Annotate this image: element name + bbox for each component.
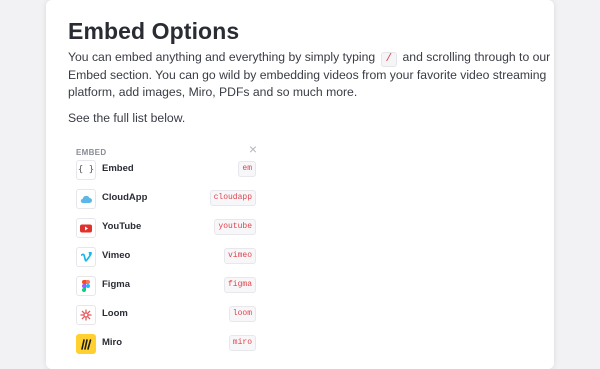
see-list-text: See the full list below. <box>68 111 186 125</box>
cloudapp-icon <box>76 189 96 209</box>
embed-item-code: miro <box>228 335 256 351</box>
embed-item-label: YouTube <box>102 221 142 232</box>
embed-item-label: Loom <box>102 308 128 319</box>
embed-item-vimeo[interactable]: Vimeo vimeo <box>76 247 256 267</box>
figma-icon <box>76 276 96 296</box>
embed-item-loom[interactable]: Loom loom <box>76 305 256 325</box>
embed-item-code: vimeo <box>223 248 256 264</box>
vimeo-icon <box>76 247 96 267</box>
embed-item-label: Vimeo <box>102 250 131 261</box>
embed-item-code: youtube <box>214 219 256 235</box>
intro-text-1a: You can embed anything and everything by… <box>68 50 379 64</box>
miro-icon <box>76 334 96 354</box>
braces-icon: { } <box>76 160 96 180</box>
embed-menu-header: EMBED <box>76 148 107 157</box>
embed-item-label: CloudApp <box>102 192 148 203</box>
slash-command-code: / <box>380 52 398 67</box>
embed-item-embed[interactable]: { } Embed em <box>76 160 256 180</box>
close-icon[interactable]: × <box>246 142 260 156</box>
embed-item-code: em <box>238 161 256 177</box>
loom-icon <box>76 305 96 325</box>
intro-paragraph: You can embed anything and everything by… <box>68 49 550 100</box>
embed-item-miro[interactable]: Miro miro <box>76 334 256 354</box>
page-title: Embed Options <box>68 18 240 44</box>
intro-line-3: platform, add images, Miro, PDFs and so … <box>68 84 358 99</box>
embed-item-youtube[interactable]: YouTube youtube <box>76 218 256 238</box>
embed-item-label: Miro <box>102 337 123 348</box>
embed-item-label: Figma <box>102 279 130 290</box>
embed-item-code: figma <box>223 277 256 293</box>
embed-item-figma[interactable]: Figma figma <box>76 276 256 296</box>
intro-text-1b: and scrolling through to our <box>399 50 551 64</box>
youtube-icon <box>76 218 96 238</box>
embed-item-label: Embed <box>102 163 134 174</box>
embed-item-cloudapp[interactable]: CloudApp cloudapp <box>76 189 256 209</box>
embed-options-card: Embed Options You can embed anything and… <box>46 0 554 369</box>
embed-item-code: cloudapp <box>209 190 256 206</box>
intro-line-1: You can embed anything and everything by… <box>68 49 550 67</box>
embed-item-code: loom <box>228 306 256 322</box>
intro-line-2: Embed section. You can go wild by embedd… <box>68 68 547 82</box>
